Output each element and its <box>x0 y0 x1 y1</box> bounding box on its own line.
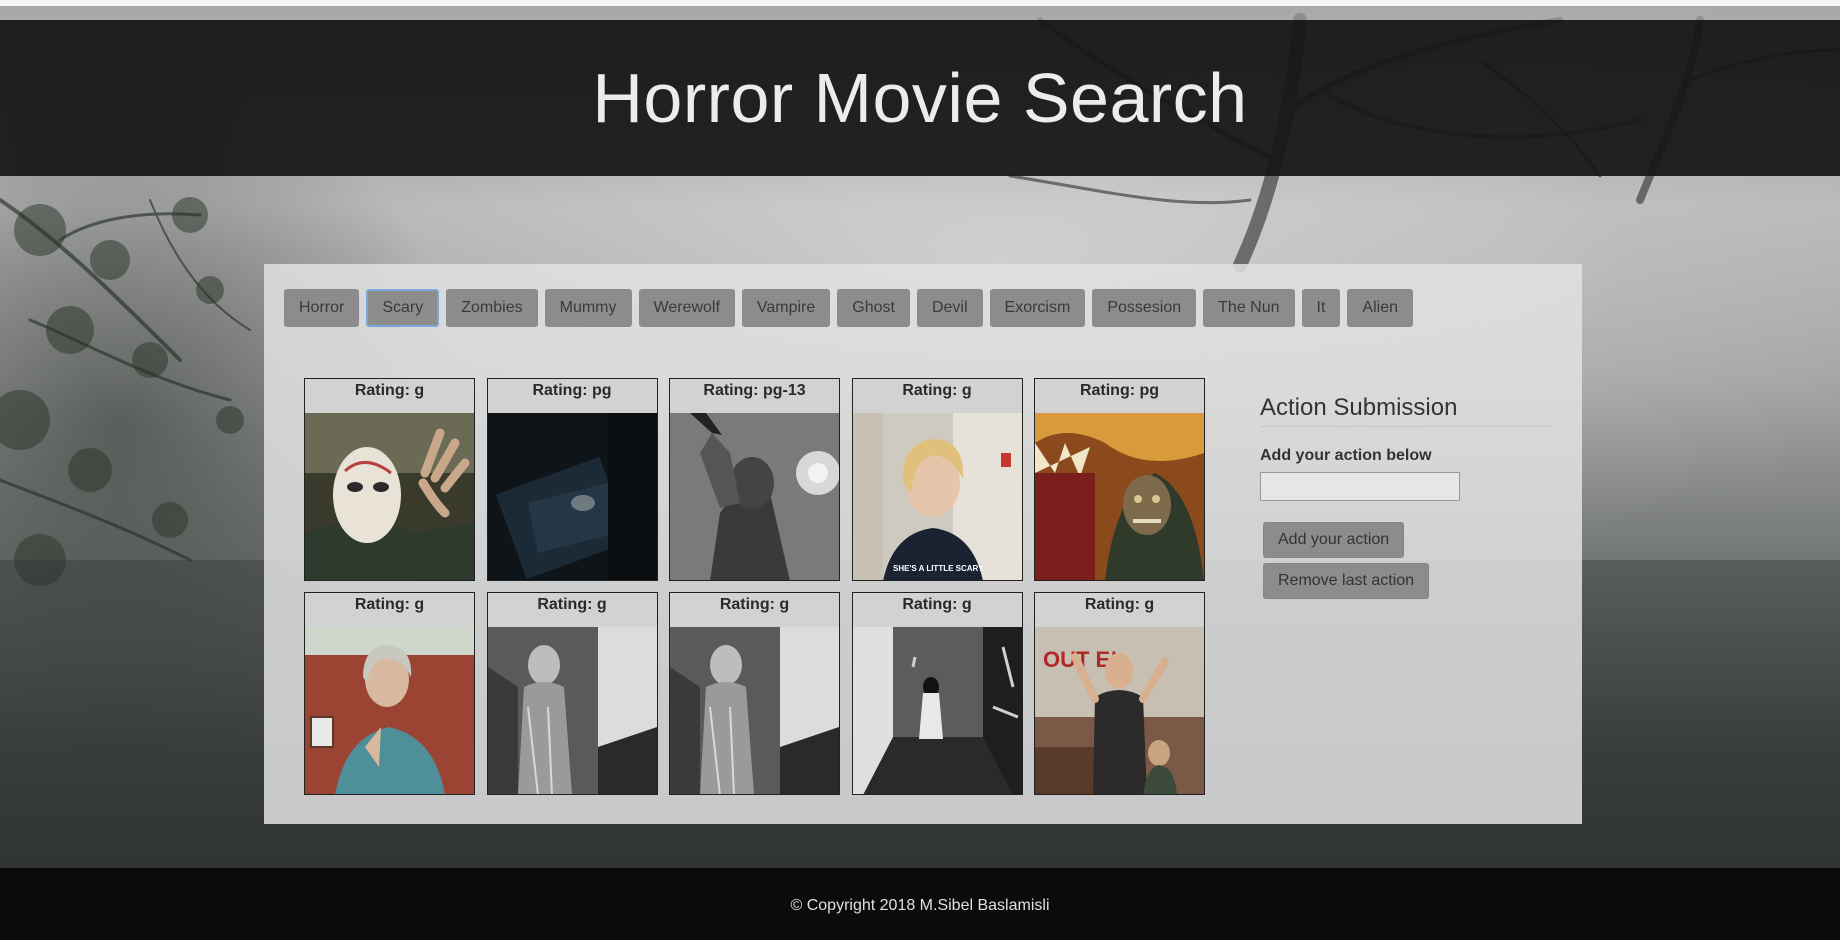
add-action-button[interactable]: Add your action <box>1263 522 1405 558</box>
topic-button-it[interactable]: It <box>1301 289 1341 327</box>
result-gif-image[interactable] <box>1035 413 1204 580</box>
topic-button-bar: Horror Scary Zombies Mummy Werewolf Vampire Gh… <box>284 289 1413 327</box>
page-header: Horror Movie Search <box>0 20 1840 176</box>
topic-button-devil[interactable]: Devil <box>916 289 983 327</box>
rating-label: Rating: pg <box>532 382 612 399</box>
result-card[interactable]: Rating: g <box>486 592 658 795</box>
topic-button-the-nun[interactable]: The Nun <box>1203 289 1295 327</box>
action-form-title: Action Submission <box>1260 394 1550 427</box>
remove-last-action-button[interactable]: Remove last action <box>1263 563 1430 599</box>
topic-button-scary[interactable]: Scary <box>366 289 440 327</box>
result-gif-image[interactable] <box>670 413 839 580</box>
main-panel: Horror Scary Zombies Mummy Werewolf Vampire Gh… <box>264 264 1582 824</box>
result-gif-image[interactable] <box>487 627 657 794</box>
rating-label: Rating: g <box>719 596 790 613</box>
topic-button-zombies[interactable]: Zombies <box>446 289 538 327</box>
results-grid: Rating: g Rating: pg Rating: pg-13 Ratin… <box>304 378 1210 795</box>
topic-button-ghost[interactable]: Ghost <box>837 289 910 327</box>
rating-label: Rating: g <box>354 382 425 399</box>
gif-still <box>305 413 474 580</box>
topic-button-alien[interactable]: Alien <box>1347 289 1413 327</box>
thumb-caption: SHE'S A LITTLE SCARY <box>893 564 984 573</box>
result-gif-image[interactable] <box>305 627 474 794</box>
gif-still <box>305 627 474 794</box>
rating-label: Rating: pg-13 <box>703 382 806 399</box>
result-gif-image[interactable]: OUT E! <box>1035 627 1204 794</box>
rating-label: Rating: g <box>1084 596 1155 613</box>
gif-still: OUT E! <box>1035 627 1204 794</box>
gif-still <box>852 627 1022 794</box>
topic-button-mummy[interactable]: Mummy <box>544 289 632 327</box>
action-submission-form: Action Submission Add your action below … <box>1260 394 1550 599</box>
result-card[interactable]: Rating: g <box>304 378 475 581</box>
result-card[interactable]: Rating: g <box>669 592 840 795</box>
result-card[interactable]: Rating: g SHE'S A LITTLE SCARY <box>851 378 1023 581</box>
result-card[interactable]: Rating: g <box>851 592 1023 795</box>
result-gif-image[interactable] <box>670 627 839 794</box>
rating-label: Rating: pg <box>1079 382 1160 399</box>
copyright-text: © Copyright 2018 M.Sibel Baslamisli <box>790 897 1050 914</box>
rating-label: Rating: g <box>902 382 972 399</box>
topic-button-exorcism[interactable]: Exorcism <box>989 289 1086 327</box>
result-card[interactable]: Rating: pg <box>1034 378 1205 581</box>
action-input-label: Add your action below <box>1260 447 1432 464</box>
page-title: Horror Movie Search <box>592 59 1248 137</box>
gif-still <box>670 413 839 580</box>
gif-still <box>1035 413 1204 580</box>
result-gif-image[interactable] <box>487 413 657 580</box>
topic-button-horror[interactable]: Horror <box>284 289 360 327</box>
result-gif-image[interactable] <box>852 627 1022 794</box>
gif-still <box>670 627 839 794</box>
gif-still <box>487 413 657 580</box>
rating-label: Rating: g <box>902 596 972 613</box>
top-strip-shadow <box>0 6 1840 20</box>
result-card[interactable]: Rating: g OUT E! <box>1034 592 1205 795</box>
result-card[interactable]: Rating: pg <box>486 378 658 581</box>
page-footer: © Copyright 2018 M.Sibel Baslamisli <box>0 868 1840 940</box>
gif-still <box>487 627 657 794</box>
result-card[interactable]: Rating: pg-13 <box>669 378 840 581</box>
result-card[interactable]: Rating: g <box>304 592 475 795</box>
topic-button-possesion[interactable]: Possesion <box>1092 289 1197 327</box>
action-input[interactable] <box>1260 472 1460 501</box>
topic-button-vampire[interactable]: Vampire <box>741 289 831 327</box>
result-gif-image[interactable] <box>305 413 474 580</box>
topic-button-werewolf[interactable]: Werewolf <box>638 289 735 327</box>
rating-label: Rating: g <box>354 596 425 613</box>
result-gif-image[interactable]: SHE'S A LITTLE SCARY <box>852 413 1022 580</box>
rating-label: Rating: g <box>537 596 607 613</box>
gif-still: SHE'S A LITTLE SCARY <box>852 413 1022 580</box>
